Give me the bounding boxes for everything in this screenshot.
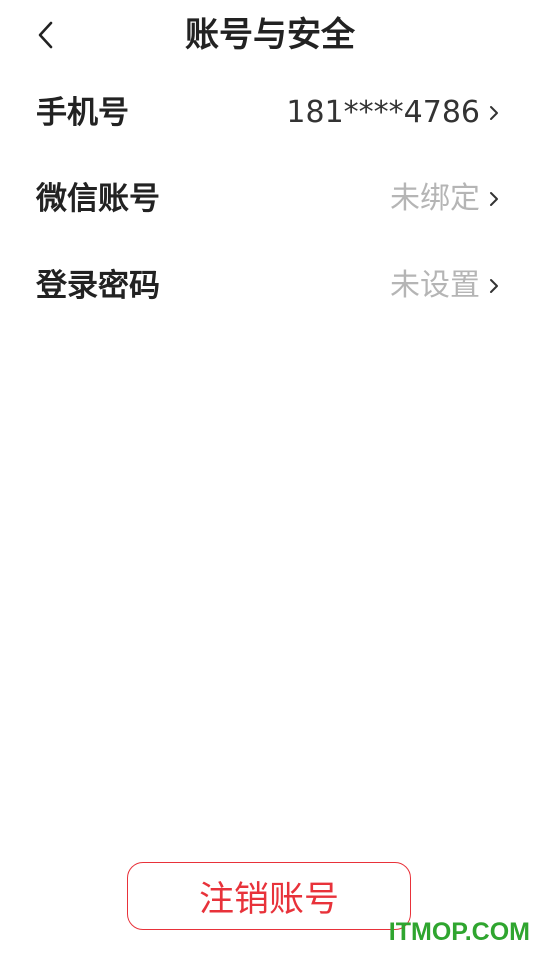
- chevron-left-icon: [38, 21, 53, 49]
- row-wechat[interactable]: 微信账号 未绑定: [0, 156, 540, 242]
- header-bar: 账号与安全: [0, 0, 540, 70]
- chevron-right-icon: [488, 104, 500, 122]
- row-phone-right: 181****4786: [286, 70, 500, 156]
- phone-value: 181****4786: [286, 95, 480, 130]
- deregister-account-button[interactable]: 注销账号: [127, 862, 411, 930]
- row-wechat-label: 微信账号: [36, 181, 160, 217]
- page-title: 账号与安全: [185, 15, 355, 55]
- row-password[interactable]: 登录密码 未设置: [0, 243, 540, 329]
- row-password-label: 登录密码: [36, 268, 160, 304]
- row-wechat-right: 未绑定: [390, 156, 500, 242]
- row-phone[interactable]: 手机号 181****4786: [0, 70, 540, 156]
- password-value: 未设置: [390, 268, 480, 303]
- chevron-right-icon: [488, 277, 500, 295]
- chevron-right-icon: [488, 190, 500, 208]
- row-password-right: 未设置: [390, 243, 500, 329]
- row-phone-label: 手机号: [36, 95, 129, 131]
- wechat-value: 未绑定: [390, 181, 480, 216]
- back-button[interactable]: [22, 12, 68, 58]
- watermark-logo: ITMOP.COM: [388, 918, 530, 946]
